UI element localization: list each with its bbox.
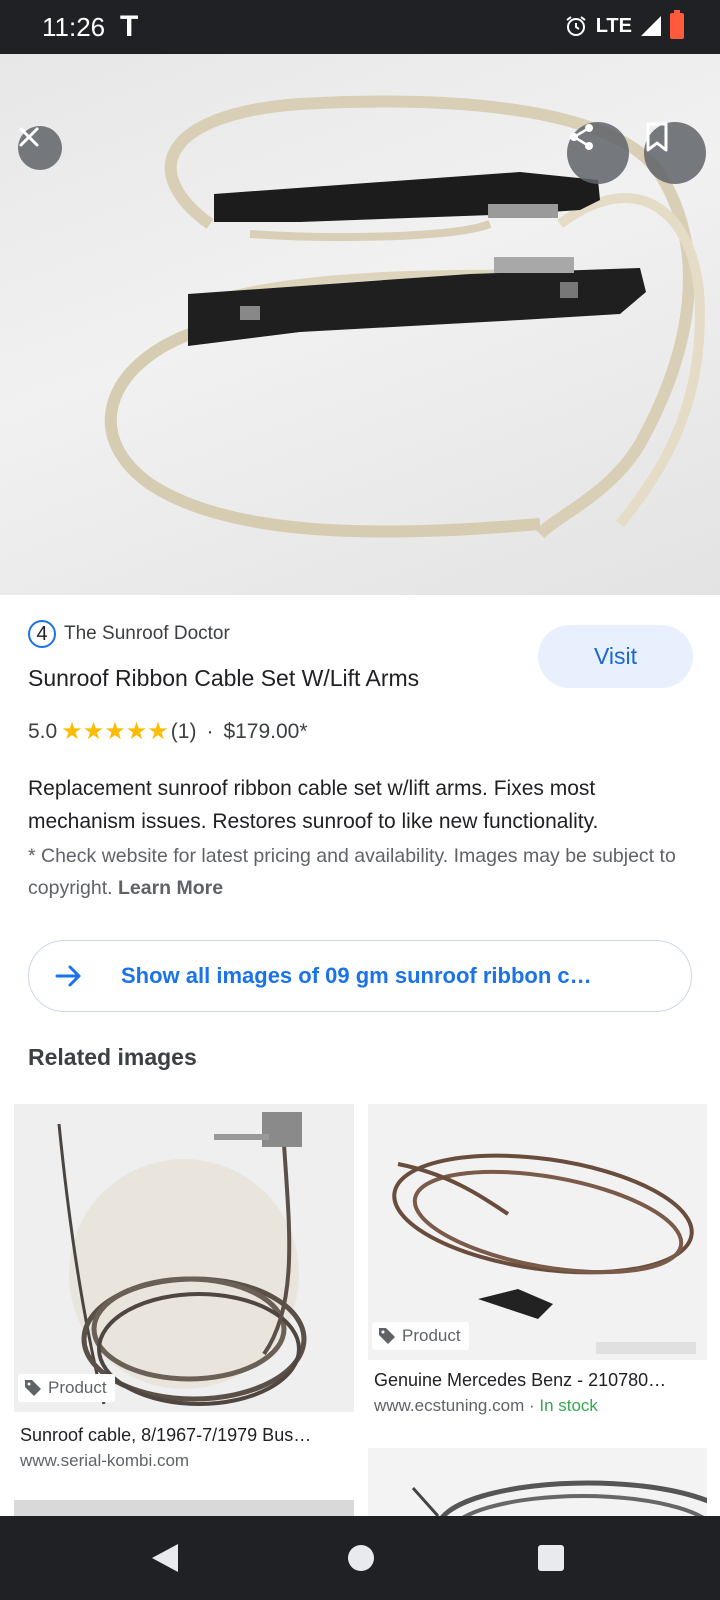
rating-row: 5.0 ★ ★ ★ ★ ★ (1) · $179.00* xyxy=(28,720,308,744)
star-icon: ★ xyxy=(82,718,105,745)
source-favicon: 4 xyxy=(28,620,56,648)
source-row[interactable]: 4 The Sunroof Doctor xyxy=(28,620,230,648)
show-all-images-button[interactable]: Show all images of 09 gm sunroof ribbon … xyxy=(28,940,692,1012)
disclaimer: * Check website for latest pricing and a… xyxy=(28,840,678,904)
status-time: 11:26 xyxy=(42,12,106,42)
home-button[interactable] xyxy=(348,1545,374,1571)
related-site-2: www.ecstuning.com · In stock xyxy=(374,1396,598,1416)
stock-status: In stock xyxy=(539,1396,598,1415)
related-image-1[interactable]: Product xyxy=(14,1104,354,1412)
product-tag: Product xyxy=(18,1374,115,1402)
recents-button[interactable] xyxy=(538,1545,564,1571)
signal-icon xyxy=(641,16,661,36)
star-icon: ★ xyxy=(104,718,126,745)
coiled-cable-illustration xyxy=(411,1480,707,1516)
carrier-logo: T xyxy=(120,10,139,43)
close-icon xyxy=(19,127,39,147)
related-image-3[interactable] xyxy=(14,1500,354,1516)
related-title-2[interactable]: Genuine Mercedes Benz - 210780… xyxy=(374,1370,666,1391)
visit-button[interactable]: Visit xyxy=(538,625,693,688)
coiled-cable-illustration xyxy=(57,1112,307,1406)
share-icon xyxy=(570,124,593,150)
star-rating: ★ ★ ★ ★ ★ xyxy=(61,720,169,744)
navigation-bar xyxy=(0,1516,720,1600)
tag-icon xyxy=(25,1380,41,1396)
product-tag-label: Product xyxy=(402,1326,461,1345)
related-image-2[interactable]: Product xyxy=(368,1104,707,1360)
save-button[interactable] xyxy=(644,122,706,184)
product-tag: Product xyxy=(372,1322,469,1350)
related-image-4[interactable] xyxy=(368,1448,707,1516)
related-site-url: www.ecstuning.com xyxy=(374,1396,525,1415)
star-icon: ★ xyxy=(125,718,148,745)
product-title[interactable]: Sunroof Ribbon Cable Set W/Lift Arms xyxy=(28,665,419,692)
back-button[interactable] xyxy=(152,1544,178,1572)
star-icon: ★ xyxy=(61,718,83,745)
status-icons: LTE xyxy=(564,10,684,39)
tag-icon xyxy=(379,1328,395,1344)
network-type: LTE xyxy=(595,14,632,37)
price: $179.00* xyxy=(223,720,308,743)
battery-icon xyxy=(670,10,684,39)
stock-separator: · xyxy=(524,1396,540,1415)
alarm-icon xyxy=(566,16,586,36)
learn-more-link[interactable]: Learn More xyxy=(118,877,223,899)
related-images-heading: Related images xyxy=(28,1044,197,1070)
close-button[interactable] xyxy=(18,126,62,170)
product-tag-label: Product xyxy=(48,1378,107,1397)
bookmark-icon xyxy=(646,122,668,152)
arrow-right-icon xyxy=(55,965,81,987)
product-description: Replacement sunroof ribbon cable set w/l… xyxy=(28,777,599,833)
show-all-label: Show all images of 09 gm sunroof ribbon … xyxy=(121,963,592,988)
source-name: The Sunroof Doctor xyxy=(64,623,230,644)
related-site-1: www.serial-kombi.com xyxy=(20,1451,190,1470)
separator: · xyxy=(206,720,214,743)
product-image[interactable] xyxy=(0,54,720,595)
share-button[interactable] xyxy=(567,122,629,184)
rating-count: (1) xyxy=(170,720,197,743)
star-icon: ★ xyxy=(147,718,169,745)
rating-value: 5.0 xyxy=(28,720,58,743)
status-bar: 11:26 T LTE xyxy=(0,0,720,54)
related-title-1[interactable]: Sunroof cable, 8/1967-7/1979 Bus… xyxy=(20,1425,311,1446)
